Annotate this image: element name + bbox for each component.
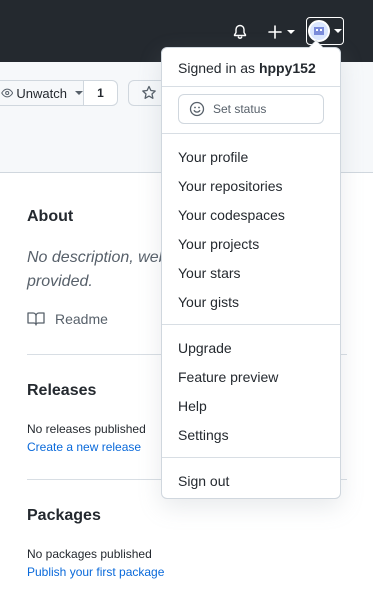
bell-icon <box>233 24 247 39</box>
readme-label: Readme <box>55 311 108 327</box>
menu-item-your-profile[interactable]: Your profile <box>178 149 248 165</box>
plus-icon <box>268 25 282 39</box>
menu-item-sign-out[interactable]: Sign out <box>178 473 229 489</box>
menu-item-upgrade[interactable]: Upgrade <box>178 340 232 356</box>
menu-item-help[interactable]: Help <box>178 398 207 414</box>
no-packages-text: No packages published <box>27 547 152 561</box>
about-description-line: provided. <box>27 273 93 290</box>
about-description-line: No description, web <box>27 249 168 266</box>
packages-heading[interactable]: Packages <box>27 507 101 525</box>
set-status-label: Set status <box>213 102 267 116</box>
chevron-down-icon <box>334 29 342 33</box>
menu-item-your-gists[interactable]: Your gists <box>178 294 239 310</box>
notifications-button[interactable] <box>228 20 252 44</box>
menu-divider <box>162 86 340 87</box>
eye-icon <box>1 88 14 98</box>
about-heading: About <box>27 208 74 225</box>
create-new-button[interactable] <box>264 20 298 44</box>
menu-item-your-projects[interactable]: Your projects <box>178 236 259 252</box>
set-status-button[interactable]: Set status <box>178 94 324 124</box>
unwatch-button[interactable]: Unwatch <box>0 80 84 106</box>
menu-divider <box>162 457 340 458</box>
menu-divider <box>162 133 340 134</box>
watchers-count[interactable]: 1 <box>84 80 118 106</box>
chevron-down-icon <box>75 91 83 95</box>
unwatch-label: Unwatch <box>16 85 67 101</box>
user-dropdown-menu: Signed in as hppy152 Set status Your pro… <box>161 40 341 499</box>
avatar <box>308 20 330 42</box>
chevron-down-icon <box>287 30 295 34</box>
signed-in-prefix: Signed in as <box>178 60 256 76</box>
no-releases-text: No releases published <box>27 422 146 436</box>
create-release-link[interactable]: Create a new release <box>27 440 141 454</box>
username: hppy152 <box>258 60 316 76</box>
menu-divider <box>162 324 340 325</box>
about-description: No description, web provided. <box>27 246 177 294</box>
smiley-icon <box>189 101 205 117</box>
releases-heading[interactable]: Releases <box>27 382 96 400</box>
publish-package-link[interactable]: Publish your first package <box>27 565 164 579</box>
menu-item-your-stars[interactable]: Your stars <box>178 265 241 281</box>
menu-item-your-codespaces[interactable]: Your codespaces <box>178 207 285 223</box>
book-icon <box>27 312 45 326</box>
menu-item-your-repositories[interactable]: Your repositories <box>178 178 283 194</box>
signed-in-text: Signed in as hppy152 <box>178 60 316 76</box>
readme-link[interactable]: Readme <box>27 311 108 327</box>
menu-item-feature-preview[interactable]: Feature preview <box>178 369 278 385</box>
star-icon <box>142 85 156 99</box>
menu-item-settings[interactable]: Settings <box>178 427 229 443</box>
